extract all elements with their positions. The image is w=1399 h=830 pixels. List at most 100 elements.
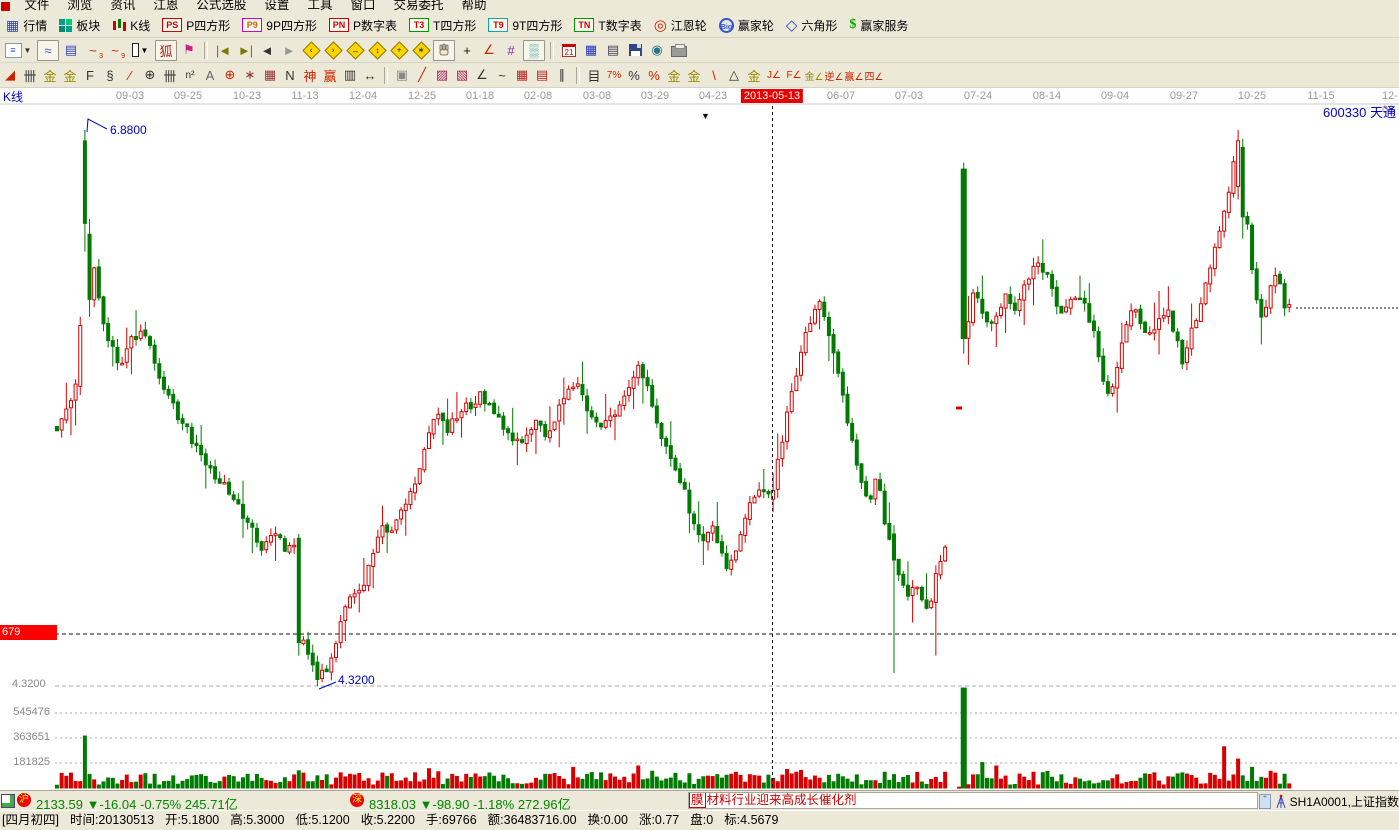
- h-span-button[interactable]: ↔: [361, 66, 379, 85]
- toolbar-button-kline[interactable]: K线: [112, 17, 150, 34]
- clipboard-button[interactable]: ▤: [61, 41, 81, 60]
- ni-angle-button[interactable]: 逆∠: [825, 66, 843, 85]
- box-tool-button[interactable]: ▣: [393, 66, 411, 85]
- toolbar-button-9p-square[interactable]: P99P四方形: [242, 17, 317, 34]
- menu-item-交易委托[interactable]: 交易委托: [384, 0, 452, 13]
- first-bar-button[interactable]: |◄: [213, 41, 233, 60]
- pct-button[interactable]: %: [625, 66, 643, 85]
- mirror-button[interactable]: A: [201, 66, 219, 85]
- toolbar-button-9t-square[interactable]: T99T四方形: [488, 17, 562, 34]
- si-angle-button[interactable]: 四∠: [865, 66, 883, 85]
- menu-item-帮助[interactable]: 帮助: [452, 0, 495, 13]
- f-grid-button[interactable]: F: [81, 66, 99, 85]
- menu-item-设置[interactable]: 设置: [255, 0, 298, 13]
- f-angle-button[interactable]: F∠: [785, 66, 803, 85]
- zoom-horizontal-button[interactable]: ↔: [345, 41, 365, 60]
- toolbar-button-p-square[interactable]: PSP四方形: [162, 17, 230, 34]
- grid-lines-2-button[interactable]: 卌: [161, 66, 179, 85]
- grid-lines-button[interactable]: 卌: [21, 66, 39, 85]
- toolbar-button-sectors[interactable]: 板块: [59, 17, 100, 34]
- list-button[interactable]: 目: [585, 66, 603, 85]
- calculator-button[interactable]: ▦: [581, 41, 601, 60]
- window-grid-icon[interactable]: [1, 794, 15, 808]
- fan-lines-button[interactable]: ╱: [413, 66, 431, 85]
- toolbar-button-p-number-table[interactable]: PNP数字表: [329, 17, 397, 34]
- next-bar-button[interactable]: ►: [279, 41, 299, 60]
- pencil-button[interactable]: ◢: [1, 66, 19, 85]
- pen-tool-button[interactable]: \: [705, 66, 723, 85]
- menu-item-窗口[interactable]: 窗口: [341, 0, 384, 13]
- fan-box-button[interactable]: ▨: [433, 66, 451, 85]
- wave-a-button[interactable]: △: [725, 66, 743, 85]
- crosshair-tool-button[interactable]: +: [457, 41, 477, 60]
- scale-9-button[interactable]: ~9: [105, 41, 125, 60]
- gann-tool-button[interactable]: #: [501, 41, 521, 60]
- menu-item-江恩[interactable]: 江恩: [144, 0, 187, 13]
- fox-button[interactable]: 狐: [155, 40, 177, 61]
- ying-angle-button[interactable]: 赢∠: [845, 66, 863, 85]
- toolbar-button-winner-wheel[interactable]: Big赢家轮: [719, 17, 774, 34]
- time-circle-button[interactable]: ⊕: [141, 66, 159, 85]
- toolbar-button-quote[interactable]: ▦行情: [6, 17, 47, 34]
- j-angle-button[interactable]: J∠: [765, 66, 783, 85]
- parallel-button[interactable]: ∥: [553, 66, 571, 85]
- n-square-button[interactable]: n²: [181, 66, 199, 85]
- hand-tool-button[interactable]: [433, 40, 455, 61]
- candle-type-button[interactable]: ▼: [127, 41, 153, 60]
- group-tool-button[interactable]: ▒: [523, 40, 545, 61]
- menu-item-公式选股[interactable]: 公式选股: [187, 0, 255, 13]
- gold-grid-1-button[interactable]: 金: [41, 66, 59, 85]
- pencil-ruler-button[interactable]: ⁄: [121, 66, 139, 85]
- last-bar-button[interactable]: ►|: [235, 41, 255, 60]
- chart-area[interactable]: 09-0309-2510-2311-1312-0412-2501-1802-08…: [0, 88, 1399, 790]
- toolbar-button-t-square[interactable]: T3T四方形: [409, 17, 476, 34]
- gold-grid-2-button[interactable]: 金: [61, 66, 79, 85]
- n-mark-button[interactable]: Ν: [281, 66, 299, 85]
- toolbar-button-winner-service[interactable]: $赢家服务: [849, 17, 908, 34]
- menu-item-浏览[interactable]: 浏览: [58, 0, 101, 13]
- grid-123-button[interactable]: ▥: [341, 66, 359, 85]
- zoom-full-button[interactable]: ∗: [411, 41, 431, 60]
- chart-style-button[interactable]: ≈: [37, 40, 59, 61]
- period-selector[interactable]: ≡▼: [1, 41, 35, 60]
- spinner-icon[interactable]: ÷: [1259, 794, 1271, 809]
- spiral-button[interactable]: §: [101, 66, 119, 85]
- menu-item-文件[interactable]: 文件: [15, 0, 58, 13]
- memo-button[interactable]: ▤: [603, 41, 623, 60]
- zoom-right-button[interactable]: ›: [323, 41, 343, 60]
- gold-under-button[interactable]: 金: [745, 66, 763, 85]
- flag-button[interactable]: ⚑: [179, 41, 199, 60]
- toolbar-button-t-number-table[interactable]: TNT数字表: [574, 17, 641, 34]
- gold-circle-button[interactable]: 金: [665, 66, 683, 85]
- shen-button[interactable]: 神: [301, 66, 319, 85]
- gold-angle-button[interactable]: 金∠: [805, 66, 823, 85]
- menu-item-资讯[interactable]: 资讯: [101, 0, 144, 13]
- box-grid-button[interactable]: ▦: [261, 66, 279, 85]
- zoom-vertical-button[interactable]: ↕: [367, 41, 387, 60]
- toolbar-button-hexagon[interactable]: ◇六角形: [786, 16, 838, 34]
- news-ticker[interactable]: 膜材料行业迎来高成长催化剂: [688, 792, 1258, 809]
- pct-lines-button[interactable]: %: [645, 66, 663, 85]
- pct-strike-button[interactable]: 7%: [605, 66, 623, 85]
- candlestick-canvas[interactable]: [0, 88, 1399, 790]
- export-button[interactable]: ◉: [647, 41, 667, 60]
- ying-button[interactable]: 赢: [321, 66, 339, 85]
- target-button[interactable]: ⊕: [221, 66, 239, 85]
- fan-box-2-button[interactable]: ▧: [453, 66, 471, 85]
- scale-3-button[interactable]: ~3: [83, 41, 103, 60]
- prev-bar-button[interactable]: ◄: [257, 41, 277, 60]
- gold-lines-button[interactable]: 金: [685, 66, 703, 85]
- angle-line-button[interactable]: ∠: [473, 66, 491, 85]
- zoom-all-button[interactable]: +: [389, 41, 409, 60]
- wave-button[interactable]: ~: [493, 66, 511, 85]
- star-grid-button[interactable]: ∗: [241, 66, 259, 85]
- toolbar-button-gann-wheel[interactable]: ◎江恩轮: [654, 16, 707, 34]
- red-grid-2-button[interactable]: ▤: [533, 66, 551, 85]
- save-button[interactable]: [625, 41, 645, 60]
- print-button[interactable]: [669, 41, 689, 60]
- zoom-left-button[interactable]: ‹: [301, 41, 321, 60]
- angle-tool-button[interactable]: ∠: [479, 41, 499, 60]
- menu-item-工具[interactable]: 工具: [298, 0, 341, 13]
- calendar-button[interactable]: 21: [559, 41, 579, 60]
- red-grid-button[interactable]: ▦: [513, 66, 531, 85]
